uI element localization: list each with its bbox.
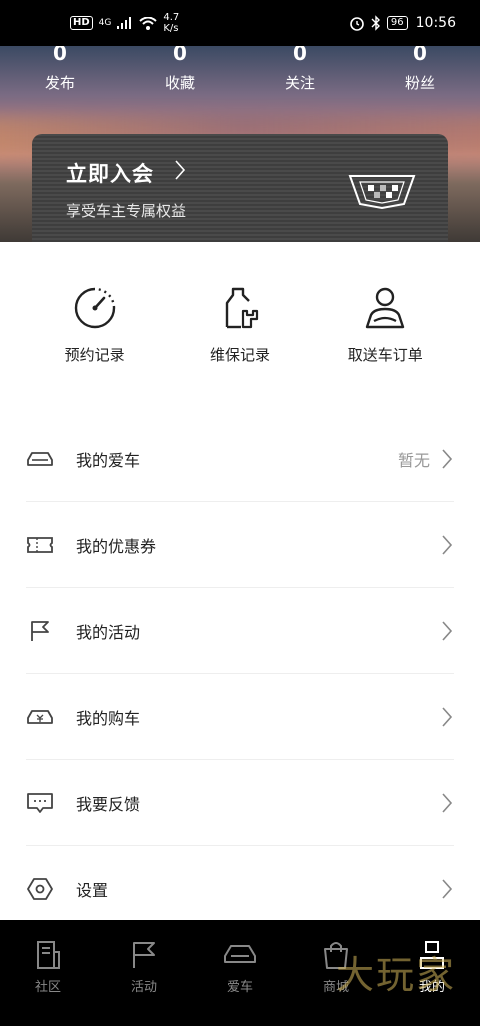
nav-label: 社区 (34, 980, 61, 995)
menu-my-coupons[interactable]: 我的优惠券 (26, 502, 454, 588)
car-icon (224, 945, 256, 963)
flag-icon (26, 617, 54, 645)
gauge-icon (35, 284, 155, 332)
chevron-right-icon (442, 879, 453, 899)
quick-label: 预约记录 (64, 346, 125, 364)
watermark: 大玩家 (335, 953, 456, 997)
chevron-right-icon (442, 792, 453, 813)
menu-label: 我的购车 (76, 708, 141, 728)
profile-stats: 0 发布 0 收藏 0 关注 0 粉丝 (0, 46, 480, 93)
menu-label: 我的活动 (76, 622, 141, 642)
car-purchase-icon (26, 703, 54, 731)
chevron-right-icon (174, 159, 186, 186)
nav-tab-my-car[interactable]: 爱车 (192, 920, 288, 1026)
join-membership-card[interactable]: 立即入会 享受车主专属权益 (32, 134, 448, 242)
menu-label: 设置 (76, 881, 109, 900)
profile-hero: 0 发布 0 收藏 0 关注 0 粉丝 立即入会 享受车主专属权益 (0, 46, 480, 242)
flag-icon (133, 942, 155, 968)
stat-label: 收藏 (164, 74, 195, 92)
stat-value: 0 (53, 46, 67, 65)
stat-favorites[interactable]: 0 收藏 (130, 46, 230, 93)
stat-label: 粉丝 (404, 74, 435, 92)
stat-value: 0 (293, 46, 307, 65)
chevron-right-icon (442, 620, 453, 641)
bluetooth-icon (371, 15, 380, 31)
stat-label: 发布 (44, 74, 75, 92)
menu-my-car[interactable]: 我的爱车 暂无 (26, 416, 454, 502)
quick-pickup-orders[interactable]: 取送车订单 (325, 284, 445, 365)
car-icon (26, 445, 54, 473)
battery-indicator: 96 (386, 16, 408, 30)
join-title-row: 立即入会 (66, 158, 186, 188)
chevron-right-icon (442, 534, 453, 555)
quick-actions: 预约记录 维保记录 取送车订单 (0, 284, 480, 365)
signal-icon (117, 17, 132, 29)
speed-unit: K/s (163, 23, 179, 34)
quick-appointment-records[interactable]: 预约记录 (35, 284, 155, 365)
network-indicator: 4G (98, 18, 112, 28)
ticket-icon (26, 531, 54, 559)
stat-followers[interactable]: 0 粉丝 (370, 46, 470, 93)
network-speed: 4.7 K/s (163, 12, 179, 34)
message-icon (26, 789, 54, 817)
join-subtitle: 享受车主专属权益 (66, 202, 187, 220)
quick-label: 维保记录 (209, 346, 270, 364)
stat-value: 0 (413, 46, 427, 65)
menu-value: 暂无 (397, 450, 430, 470)
community-icon (37, 941, 60, 969)
nav-label: 活动 (130, 980, 157, 995)
menu-label: 我要反馈 (76, 794, 141, 814)
status-bar-right: 96 10:56 (349, 15, 456, 31)
wifi-icon (139, 16, 158, 30)
oil-wrench-icon (180, 284, 300, 332)
brand-crest-icon (346, 172, 418, 214)
alarm-icon (350, 17, 364, 31)
clock: 10:56 (415, 15, 456, 31)
menu-my-purchases[interactable]: 我的购车 (26, 674, 454, 760)
settings-icon (26, 875, 54, 903)
speed-value: 4.7 (163, 12, 180, 23)
nav-label: 爱车 (226, 980, 253, 995)
driver-icon (325, 284, 445, 332)
join-title: 立即入会 (66, 162, 154, 186)
chevron-right-icon (442, 706, 453, 727)
quick-label: 取送车订单 (347, 346, 423, 364)
hd-indicator: HD (70, 16, 93, 30)
status-bar: HD 4G 4.7 K/s 96 10:56 (0, 0, 480, 46)
menu-feedback[interactable]: 我要反馈 (26, 760, 454, 846)
status-bar-left: HD 4G 4.7 K/s (70, 12, 179, 34)
menu-label: 我的爱车 (76, 450, 141, 470)
stat-label: 关注 (284, 74, 315, 92)
menu-label: 我的优惠券 (76, 536, 157, 556)
nav-tab-activities[interactable]: 活动 (96, 920, 192, 1026)
chevron-right-icon (442, 448, 453, 469)
nav-tab-community[interactable]: 社区 (0, 920, 96, 1026)
quick-maintenance-records[interactable]: 维保记录 (180, 284, 300, 365)
menu-my-activities[interactable]: 我的活动 (26, 588, 454, 674)
settings-menu: 我的爱车 暂无 我的优惠券 我的活动 我的购车 我要反馈 设置 (26, 416, 454, 932)
stat-value: 0 (173, 46, 187, 65)
stat-following[interactable]: 0 关注 (250, 46, 350, 93)
stat-posts[interactable]: 0 发布 (10, 46, 110, 93)
